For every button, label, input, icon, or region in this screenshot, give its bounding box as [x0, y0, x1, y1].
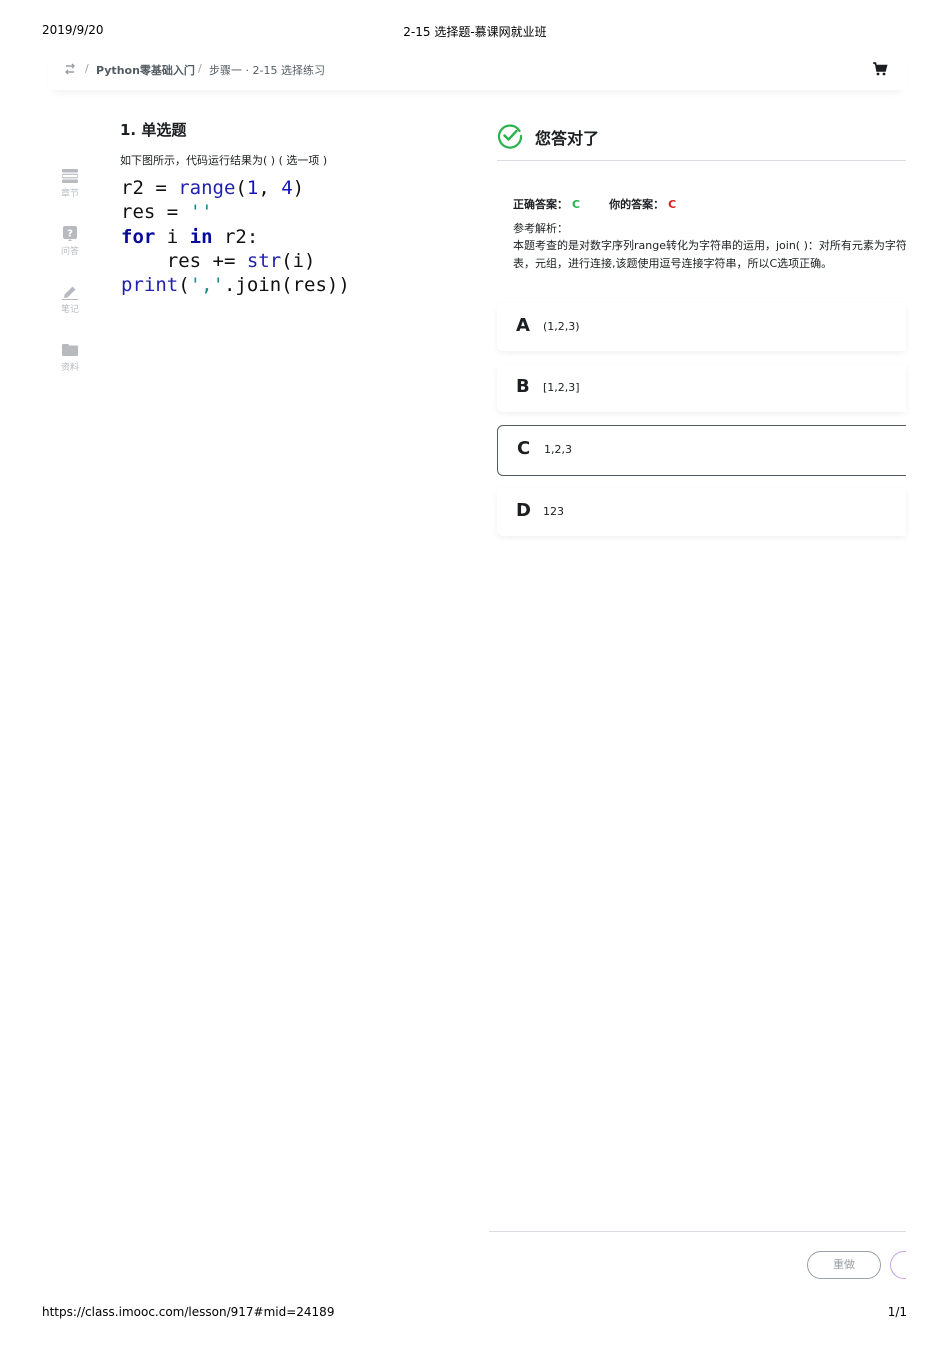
analysis-text: 本题考查的是对数字序列range转化为字符串的运用，join( )：对所有元素为…: [513, 237, 906, 273]
option-letter: C: [517, 438, 531, 459]
question-description: 如下图所示，代码运行结果为( ) ( 选一项 ): [120, 154, 328, 167]
correct-answer-label: 正确答案：: [513, 198, 568, 211]
option-d[interactable]: D 123: [497, 488, 906, 536]
divider: [497, 160, 906, 161]
sidebar-item-label: 问答: [60, 247, 79, 257]
option-text: 1,2,3: [544, 443, 572, 456]
breadcrumb-separator: /: [198, 62, 202, 75]
sidebar-item-resources[interactable]: 资料: [52, 342, 88, 373]
breadcrumb-current-step: 步骤一 · 2-15 选择练习: [209, 64, 325, 77]
option-c-selected[interactable]: C 1,2,3: [497, 425, 906, 476]
analysis-line: 表，元组，进行连接,该题使用逗号连接字符串，所以C选项正确。: [513, 257, 833, 270]
check-circle-icon: [497, 123, 523, 149]
sidebar-item-label: 章节: [60, 189, 79, 199]
option-text: [1,2,3]: [543, 381, 580, 394]
question-title: 1. 单选题: [120, 121, 187, 139]
cart-icon[interactable]: [872, 61, 888, 77]
your-answer-label: 你的答案：: [609, 198, 665, 211]
pencil-icon: [62, 286, 78, 300]
code-snippet: r2 = range(1, 4) res = '' for i in r2: r…: [121, 177, 350, 297]
question-icon: ?: [63, 226, 77, 241]
analysis-line: 本题考查的是对数字序列range转化为字符串的运用，join( )：对所有元素为…: [513, 239, 906, 252]
chapter-icon: [62, 169, 78, 183]
sidebar-item-chapter[interactable]: 章节: [52, 168, 88, 199]
sidebar-item-qa[interactable]: ? 问答: [52, 226, 88, 257]
print-title: 2-15 选择题-慕课网就业班: [403, 25, 547, 39]
print-page-number: 1/1: [887, 1305, 907, 1319]
svg-text:?: ?: [67, 229, 73, 240]
option-letter: D: [516, 500, 531, 521]
folder-icon: [62, 344, 78, 356]
breadcrumb-course-link[interactable]: Python零基础入门: [96, 62, 195, 78]
sidebar-item-label: 笔记: [60, 305, 79, 315]
result-status: 您答对了: [535, 129, 600, 148]
option-text: 123: [543, 505, 564, 518]
print-url: https://class.imooc.com/lesson/917#mid=2…: [42, 1305, 335, 1319]
your-answer-value: C: [668, 198, 677, 211]
redo-button[interactable]: 重做: [807, 1251, 881, 1279]
divider: [489, 1231, 906, 1232]
option-b[interactable]: B [1,2,3]: [497, 364, 906, 412]
option-letter: A: [516, 315, 530, 336]
breadcrumb-separator: /: [85, 62, 89, 75]
option-text: (1,2,3): [543, 320, 580, 333]
sidebar-item-label: 资料: [60, 363, 79, 373]
option-a[interactable]: A (1,2,3): [497, 303, 906, 351]
option-letter: B: [516, 376, 530, 397]
sidebar-item-notes[interactable]: 笔记: [52, 284, 88, 315]
switch-icon[interactable]: [64, 62, 76, 76]
top-bar: / Python零基础入门 / 步骤一 · 2-15 选择练习: [48, 50, 906, 90]
analysis-label: 参考解析：: [513, 222, 568, 235]
correct-answer-value: C: [572, 198, 581, 211]
answer-summary: 正确答案： C 你的答案： C: [513, 196, 676, 212]
